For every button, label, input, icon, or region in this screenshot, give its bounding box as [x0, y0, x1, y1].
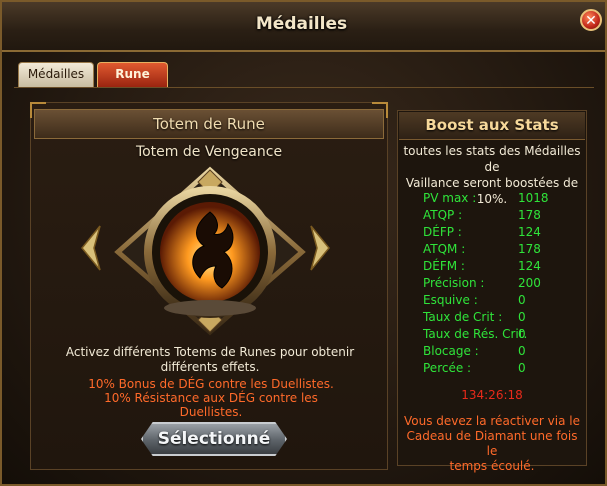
tab-medailles[interactable]: Médailles — [18, 62, 94, 87]
previous-arrow-icon[interactable] — [80, 224, 102, 272]
stat-value: 0 — [518, 327, 526, 341]
stat-label: DÉFP : — [423, 225, 462, 239]
stat-value: 124 — [518, 225, 541, 239]
totem-panel-title: Totem de Rune — [153, 115, 265, 133]
stat-value: 178 — [518, 242, 541, 256]
window-title: Médailles — [255, 14, 348, 34]
stat-label: Taux de Crit : — [423, 310, 503, 324]
stat-label: Esquive : — [423, 293, 478, 307]
stat-label: Précision : — [423, 276, 485, 290]
stat-label: Taux de Rés. Crit. — [423, 327, 528, 341]
stat-label: ATQP : — [423, 208, 463, 222]
tab-rune[interactable]: Rune — [97, 62, 168, 87]
selected-button[interactable]: Sélectionné — [141, 422, 287, 456]
stat-value: 0 — [518, 310, 526, 324]
stat-value: 200 — [518, 276, 541, 290]
stat-label: Percée : — [423, 361, 472, 375]
stat-value: 124 — [518, 259, 541, 273]
stat-value: 0 — [518, 361, 526, 375]
stat-label: DÉFM : — [423, 259, 465, 273]
totem-description: Activez différents Totems de Runes pour … — [65, 345, 355, 374]
stat-label: Blocage : — [423, 344, 479, 358]
next-arrow-icon[interactable] — [309, 224, 331, 272]
stats-boost-title: Boost aux Stats — [425, 116, 559, 134]
reactivate-notice: Vous devez la réactiver via le Cadeau de… — [404, 414, 580, 473]
stat-label: ATQM : — [423, 242, 466, 256]
totem-bonus: 10% Bonus de DÉG contre les Duellistes. … — [88, 377, 334, 419]
stat-value: 178 — [518, 208, 541, 222]
tab-divider — [14, 87, 594, 88]
stat-label: PV max : — [423, 191, 477, 205]
close-icon[interactable]: ✕ — [580, 9, 602, 31]
boost-timer: 134:26:18 — [461, 388, 523, 402]
fire-rune-icon — [114, 166, 306, 336]
totem-name: Totem de Vengeance — [135, 144, 283, 160]
stat-value: 1018 — [518, 191, 549, 205]
stat-value: 0 — [518, 293, 526, 307]
stat-value: 0 — [518, 344, 526, 358]
